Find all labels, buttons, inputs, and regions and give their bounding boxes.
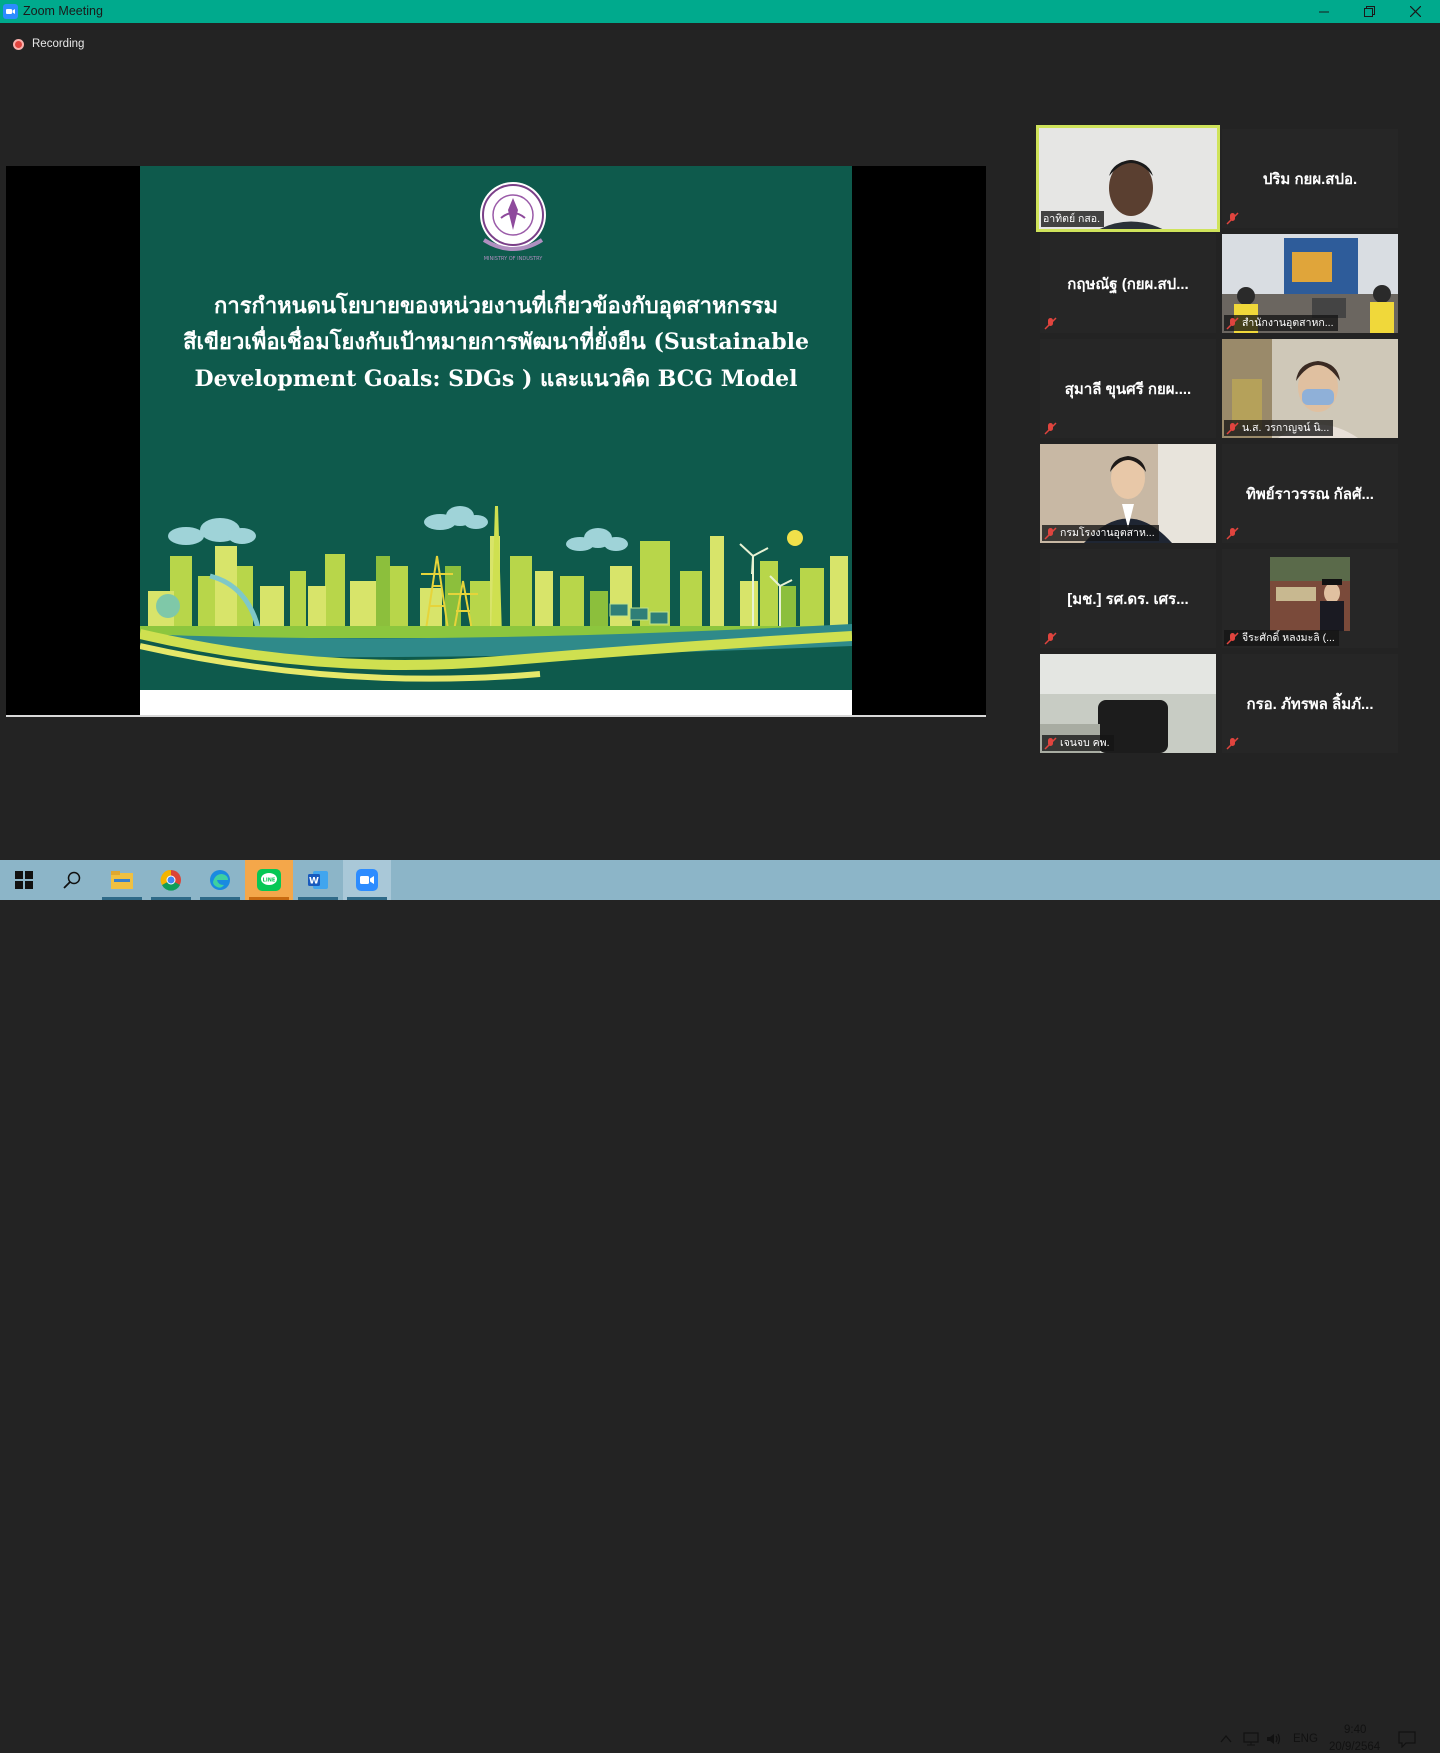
mic-muted-icon <box>1226 631 1239 645</box>
window-title: Zoom Meeting <box>23 4 103 18</box>
participant-status <box>1042 630 1064 646</box>
svg-text:MINISTRY OF INDUSTRY: MINISTRY OF INDUSTRY <box>484 256 544 262</box>
participant-tile[interactable]: [มช.] รศ.ดร. เศร... <box>1040 549 1216 648</box>
slide-title-line-1: การกำหนดนโยบายของหน่วยงานที่เกี่ยวข้องกั… <box>214 293 778 319</box>
participant-name: กฤษณัฐ (กยผ.สป... <box>1067 276 1189 293</box>
chevron-up-icon[interactable] <box>1220 1733 1232 1745</box>
restore-icon <box>1363 6 1375 17</box>
mic-muted-icon <box>1044 316 1057 330</box>
windows-taskbar: LINE W ENG 9:40 20/9/2564 <box>0 860 1440 1753</box>
clock-date[interactable]: 20/9/2564 <box>1329 1741 1380 1753</box>
search-button[interactable] <box>48 860 96 900</box>
taskbar-file-explorer[interactable] <box>98 860 146 900</box>
mic-muted-icon <box>1226 736 1239 750</box>
presentation-slide: MINISTRY OF INDUSTRY การกำหนดนโยบายของหน… <box>140 166 852 690</box>
participant-name: ปริม กยผ.สปอ. <box>1262 171 1358 188</box>
mic-muted-icon <box>1226 316 1239 330</box>
taskbar-line[interactable]: LINE <box>245 860 293 900</box>
participant-tile-video[interactable]: จีระศักดิ์ หลงมะลิ (... <box>1222 549 1398 648</box>
participant-tile-video[interactable]: สำนักงานอุตสาหก... <box>1222 234 1398 333</box>
slide-title-line-2: สีเขียวเพื่อเชื่อมโยงกับเป้าหมายการพัฒนา… <box>183 329 809 355</box>
participant-name: กรอ. ภัทรพล ลิ้มภั... <box>1246 696 1374 713</box>
participant-label: จีระศักดิ์ หลงมะลิ (... <box>1224 630 1339 646</box>
start-button[interactable] <box>0 860 48 900</box>
title-bar: Zoom Meeting <box>0 0 1440 23</box>
participant-tile-video[interactable]: เจนจบ คพ. <box>1040 654 1216 753</box>
minimize-button[interactable] <box>1301 0 1347 23</box>
language-indicator[interactable]: ENG <box>1293 1733 1318 1745</box>
start-icon <box>15 871 33 889</box>
participant-tile-video[interactable]: น.ส. วรกาญจน์ นิ... <box>1222 339 1398 438</box>
taskbar-word[interactable]: W <box>294 860 342 900</box>
participant-name: [มช.] รศ.ดร. เศร... <box>1067 591 1189 608</box>
svg-text:LINE: LINE <box>263 878 276 884</box>
taskbar-zoom[interactable] <box>343 860 391 900</box>
ministry-seal-icon: MINISTRY OF INDUSTRY <box>480 182 546 262</box>
chrome-icon <box>160 869 181 891</box>
participant-name: ทิพย์ราวรรณ กัลศั... <box>1246 486 1374 503</box>
network-icon[interactable] <box>1243 1732 1259 1746</box>
participant-label: เจนจบ คพ. <box>1042 735 1114 751</box>
mic-muted-icon <box>1226 211 1239 225</box>
volume-icon[interactable] <box>1266 1732 1282 1746</box>
slide-title-line-3: Development Goals: SDGs ) และแนวคิด BCG … <box>194 366 798 392</box>
mic-muted-icon <box>1044 526 1057 540</box>
taskbar-edge[interactable] <box>196 860 244 900</box>
participant-tile[interactable]: ทิพย์ราวรรณ กัลศั... <box>1222 444 1398 543</box>
minimize-icon <box>1319 11 1329 12</box>
edge-icon <box>210 870 230 890</box>
mic-muted-icon <box>1044 421 1057 435</box>
participant-tile[interactable]: กฤษณัฐ (กยผ.สป... <box>1040 234 1216 333</box>
file-explorer-icon <box>111 871 133 889</box>
zoom-app-icon <box>3 4 18 19</box>
recording-indicator[interactable]: Recording <box>13 36 84 52</box>
mic-muted-icon <box>1044 736 1057 750</box>
slide-footer-strip <box>140 690 852 715</box>
mic-muted-icon <box>1226 526 1239 540</box>
participant-label: สำนักงานอุตสาหก... <box>1224 315 1338 331</box>
participant-tile-video[interactable]: อาทิตย์ กสอ. <box>1036 125 1220 232</box>
zoom-icon <box>356 869 378 891</box>
participant-status <box>1042 420 1064 436</box>
share-bottom-border <box>6 715 986 717</box>
mic-muted-icon <box>1226 421 1239 435</box>
word-icon: W <box>308 871 328 889</box>
participant-name: สุมาลี ขุนศรี กยผ.... <box>1064 381 1192 398</box>
taskbar-chrome[interactable] <box>147 860 195 900</box>
participant-label: กรมโรงงานอุตสาห... <box>1042 525 1159 541</box>
record-dot-icon <box>13 38 24 50</box>
search-icon <box>63 871 81 889</box>
participant-status <box>1042 315 1064 331</box>
participant-tile-video[interactable]: กรมโรงงานอุตสาห... <box>1040 444 1216 543</box>
line-icon: LINE <box>257 869 281 891</box>
restore-button[interactable] <box>1346 0 1392 23</box>
participant-status <box>1224 525 1246 541</box>
green-city-illustration <box>140 506 852 690</box>
notifications-icon[interactable] <box>1398 1731 1416 1748</box>
participant-label: น.ส. วรกาญจน์ นิ... <box>1224 420 1334 436</box>
clock-time[interactable]: 9:40 <box>1344 1724 1366 1736</box>
close-button[interactable] <box>1392 0 1438 23</box>
participant-tile[interactable]: ปริม กยผ.สปอ. <box>1222 129 1398 228</box>
participant-tile[interactable]: สุมาลี ขุนศรี กยผ.... <box>1040 339 1216 438</box>
participant-status <box>1224 210 1246 226</box>
participant-tile[interactable]: กรอ. ภัทรพล ลิ้มภั... <box>1222 654 1398 753</box>
close-icon <box>1409 6 1421 17</box>
mic-muted-icon <box>1044 631 1057 645</box>
participant-label: อาทิตย์ กสอ. <box>1041 211 1105 227</box>
participant-status <box>1224 735 1246 751</box>
svg-text:W: W <box>309 877 319 887</box>
recording-label: Recording <box>32 38 85 50</box>
